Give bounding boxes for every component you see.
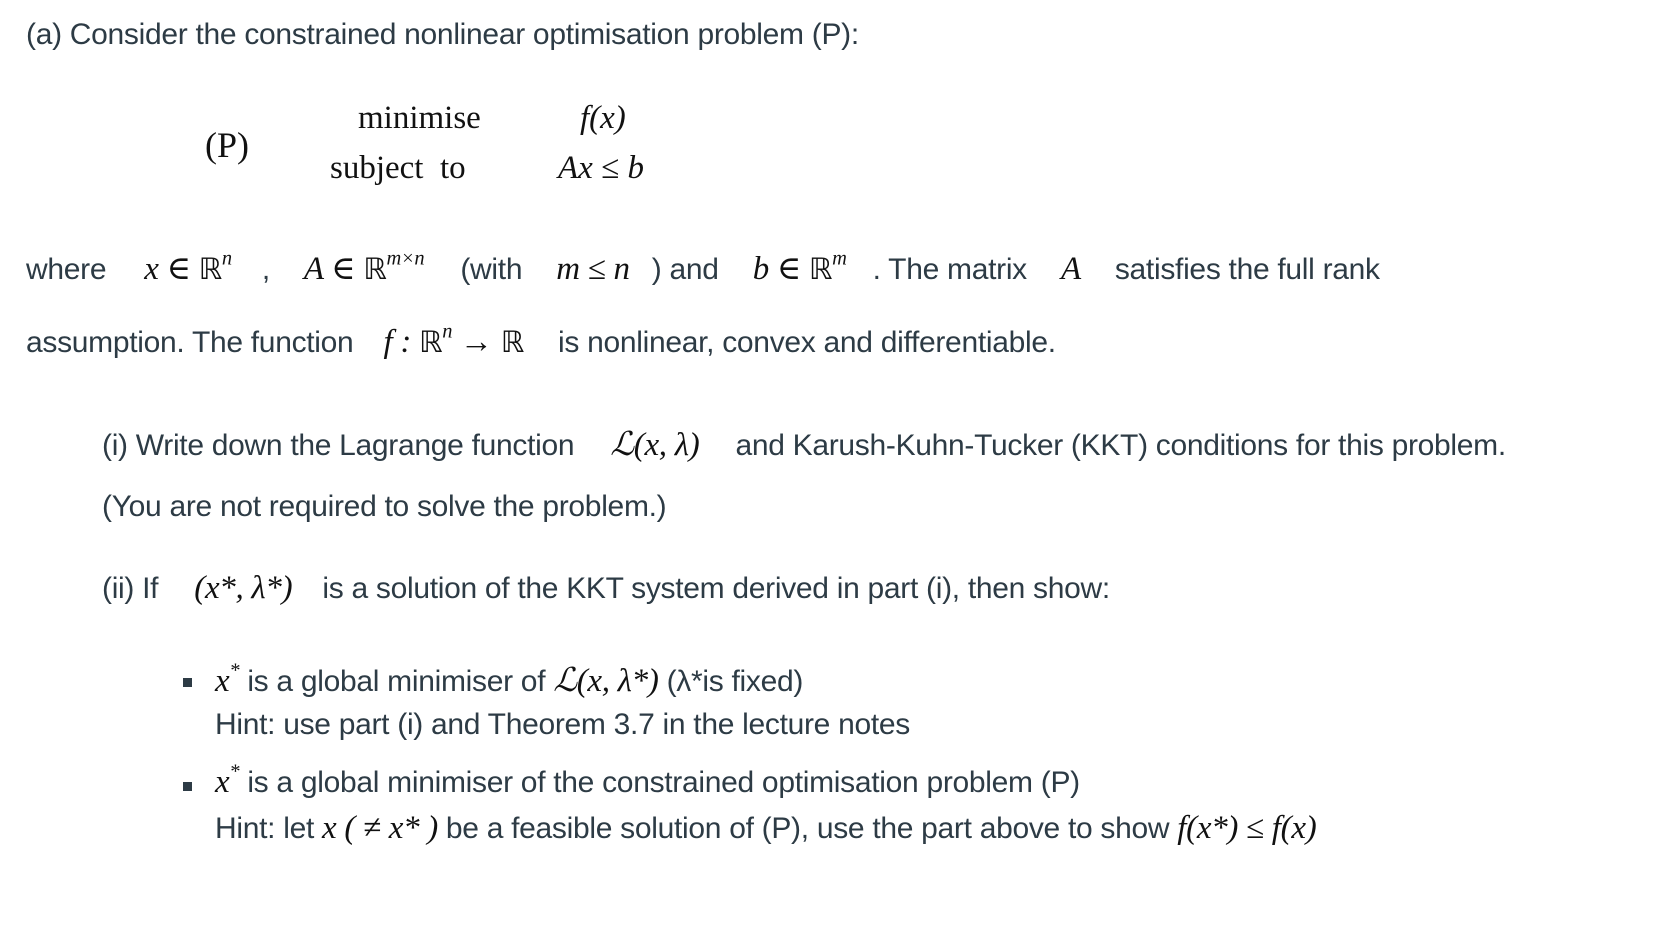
lagrangian-fixed-lambda: ℒ(x, λ*) (553, 660, 659, 699)
b-domain: b ∈ ℝm (752, 247, 847, 287)
matrix-A: A (1060, 251, 1081, 287)
m-leq-n: m ≤ n (556, 251, 630, 287)
A-domain: A ∈ ℝm×n (303, 247, 425, 287)
lagrangian-expression: ℒ(x, λ) (610, 424, 700, 463)
bullet-marker (183, 678, 192, 687)
comma: , (261, 253, 270, 286)
bullet-text: is a global minimiser of the constrained… (239, 766, 1080, 799)
constraint-expression: Ax ≤ b (558, 150, 644, 187)
part-ii-line: (ii) If (x*, λ*) is a solution of the KK… (102, 570, 1110, 607)
assumption-suffix: is nonlinear, convex and differentiable. (557, 326, 1056, 359)
hint-text: Hint: use part (i) and Theorem 3.7 in th… (215, 708, 910, 741)
problem-label: (P) (205, 125, 249, 165)
assumption-line: assumption. The function f : ℝn → ℝ is n… (26, 320, 1056, 361)
constraint-keyword: subject to (330, 150, 466, 186)
bullet-tail: (λ*is fixed) (658, 665, 804, 698)
part-i-note: (You are not required to solve the probl… (102, 490, 667, 523)
x-star: x* (215, 659, 240, 699)
x-var: x (322, 810, 337, 846)
bullet-text: is a global minimiser of (239, 665, 554, 698)
bullet-marker (183, 782, 192, 791)
part-i-prefix: (i) Write down the Lagrange function (102, 429, 575, 462)
constraint-lhs: Ax (558, 150, 593, 186)
hint-text: Hint: let x ( ≠ x* ) be a feasible solut… (215, 810, 1317, 846)
with-word: (with (460, 253, 523, 286)
where-line: where x ∈ ℝn , A ∈ ℝm×n (with m ≤ n ) an… (26, 248, 1380, 288)
matrix-text: . The matrix (872, 253, 1028, 286)
part-ii-prefix: (ii) If (102, 572, 159, 605)
and-word: ) and (651, 253, 719, 286)
x-domain: x ∈ ℝn (144, 247, 232, 287)
x-star: x* (215, 760, 240, 800)
function-signature: f : ℝn → ℝ (383, 320, 525, 360)
objective-expression: f(x) (580, 100, 626, 136)
list-item: x* is a global minimiser of the constrai… (215, 760, 1080, 801)
full-rank-text: satisfies the full rank (1114, 253, 1380, 286)
objective-keyword: minimise (358, 100, 481, 136)
part-i-suffix: and Karush-Kuhn-Tucker (KKT) conditions … (735, 429, 1506, 462)
part-i-line: (i) Write down the Lagrange function ℒ(x… (102, 424, 1506, 464)
constraint-rhs: b (627, 150, 644, 186)
part-ii-suffix: is a solution of the KKT system derived … (322, 572, 1110, 605)
where-word: where (26, 253, 107, 286)
kkt-solution-pair: (x*, λ*) (194, 570, 293, 606)
x-neq-xstar: ( ≠ x* ) (336, 810, 446, 846)
list-item: x* is a global minimiser of ℒ(x, λ*) (λ*… (215, 660, 803, 700)
leq-symbol: ≤ (601, 150, 620, 186)
assumption-prefix: assumption. The function (26, 326, 354, 359)
inequality-expression: f(x*) ≤ f(x) (1177, 810, 1317, 846)
intro-text: (a) Consider the constrained nonlinear o… (26, 18, 859, 51)
